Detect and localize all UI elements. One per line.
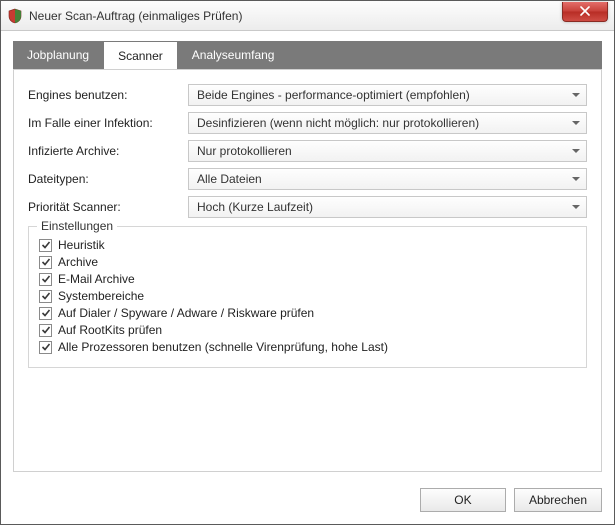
checkbox-label: Systembereiche: [58, 289, 144, 303]
checkbox[interactable]: [39, 239, 52, 252]
tab-label: Jobplanung: [27, 48, 89, 62]
dropdown-value: Alle Dateien: [197, 172, 262, 186]
close-button[interactable]: [562, 2, 608, 22]
button-label: Abbrechen: [529, 493, 587, 507]
tab-label: Scanner: [118, 49, 163, 63]
settings-legend: Einstellungen: [37, 219, 117, 233]
checkbox-label: Auf Dialer / Spyware / Adware / Riskware…: [58, 306, 314, 320]
label-filetypes: Dateitypen:: [28, 172, 188, 186]
label-engines: Engines benutzen:: [28, 88, 188, 102]
tab-label: Analyseumfang: [192, 48, 275, 62]
chevron-down-icon: [572, 121, 580, 125]
row-engines: Engines benutzen: Beide Engines - perfor…: [28, 84, 587, 106]
tab-analyseumfang[interactable]: Analyseumfang: [178, 41, 289, 69]
checkbox-label: E-Mail Archive: [58, 272, 135, 286]
settings-item: Archive: [39, 255, 576, 269]
titlebar: Neuer Scan-Auftrag (einmaliges Prüfen): [1, 1, 614, 31]
row-archives: Infizierte Archive: Nur protokollieren: [28, 140, 587, 162]
button-label: OK: [454, 493, 471, 507]
checkbox-label: Auf RootKits prüfen: [58, 323, 162, 337]
checkbox-label: Archive: [58, 255, 98, 269]
settings-item: Auf RootKits prüfen: [39, 323, 576, 337]
dropdown-engines[interactable]: Beide Engines - performance-optimiert (e…: [188, 84, 587, 106]
dropdown-archives[interactable]: Nur protokollieren: [188, 140, 587, 162]
close-icon: [580, 5, 590, 19]
dialog-footer: OK Abbrechen: [1, 480, 614, 524]
chevron-down-icon: [572, 205, 580, 209]
checkbox[interactable]: [39, 256, 52, 269]
label-archives: Infizierte Archive:: [28, 144, 188, 158]
row-priority: Priorität Scanner: Hoch (Kurze Laufzeit): [28, 196, 587, 218]
settings-item: Heuristik: [39, 238, 576, 252]
dropdown-value: Desinfizieren (wenn nicht möglich: nur p…: [197, 116, 479, 130]
settings-item: Auf Dialer / Spyware / Adware / Riskware…: [39, 306, 576, 320]
tab-jobplanung[interactable]: Jobplanung: [13, 41, 103, 69]
window-title: Neuer Scan-Auftrag (einmaliges Prüfen): [29, 9, 242, 23]
content-area: Jobplanung Scanner Analyseumfang Engines…: [1, 31, 614, 480]
settings-group: Einstellungen HeuristikArchiveE-Mail Arc…: [28, 226, 587, 368]
tab-panel-scanner: Engines benutzen: Beide Engines - perfor…: [13, 69, 602, 472]
settings-item: E-Mail Archive: [39, 272, 576, 286]
settings-item: Systembereiche: [39, 289, 576, 303]
checkbox[interactable]: [39, 341, 52, 354]
checkbox[interactable]: [39, 307, 52, 320]
chevron-down-icon: [572, 177, 580, 181]
row-filetypes: Dateitypen: Alle Dateien: [28, 168, 587, 190]
chevron-down-icon: [572, 93, 580, 97]
checkbox-label: Alle Prozessoren benutzen (schnelle Vire…: [58, 340, 388, 354]
label-infection: Im Falle einer Infektion:: [28, 116, 188, 130]
ok-button[interactable]: OK: [420, 488, 506, 512]
dialog-window: Neuer Scan-Auftrag (einmaliges Prüfen) J…: [0, 0, 615, 525]
dropdown-filetypes[interactable]: Alle Dateien: [188, 168, 587, 190]
row-infection: Im Falle einer Infektion: Desinfizieren …: [28, 112, 587, 134]
dropdown-priority[interactable]: Hoch (Kurze Laufzeit): [188, 196, 587, 218]
dropdown-value: Hoch (Kurze Laufzeit): [197, 200, 313, 214]
settings-item: Alle Prozessoren benutzen (schnelle Vire…: [39, 340, 576, 354]
label-priority: Priorität Scanner:: [28, 200, 188, 214]
dropdown-value: Beide Engines - performance-optimiert (e…: [197, 88, 470, 102]
checkbox-label: Heuristik: [58, 238, 105, 252]
cancel-button[interactable]: Abbrechen: [514, 488, 602, 512]
app-shield-icon: [7, 8, 23, 24]
checkbox[interactable]: [39, 324, 52, 337]
chevron-down-icon: [572, 149, 580, 153]
tab-scanner[interactable]: Scanner: [103, 41, 178, 70]
settings-list: Heuristik Archive E-Mail Archive Systembere…: [39, 238, 576, 354]
checkbox[interactable]: [39, 290, 52, 303]
checkbox[interactable]: [39, 273, 52, 286]
dropdown-infection[interactable]: Desinfizieren (wenn nicht möglich: nur p…: [188, 112, 587, 134]
tabstrip: Jobplanung Scanner Analyseumfang: [13, 41, 602, 69]
dropdown-value: Nur protokollieren: [197, 144, 292, 158]
